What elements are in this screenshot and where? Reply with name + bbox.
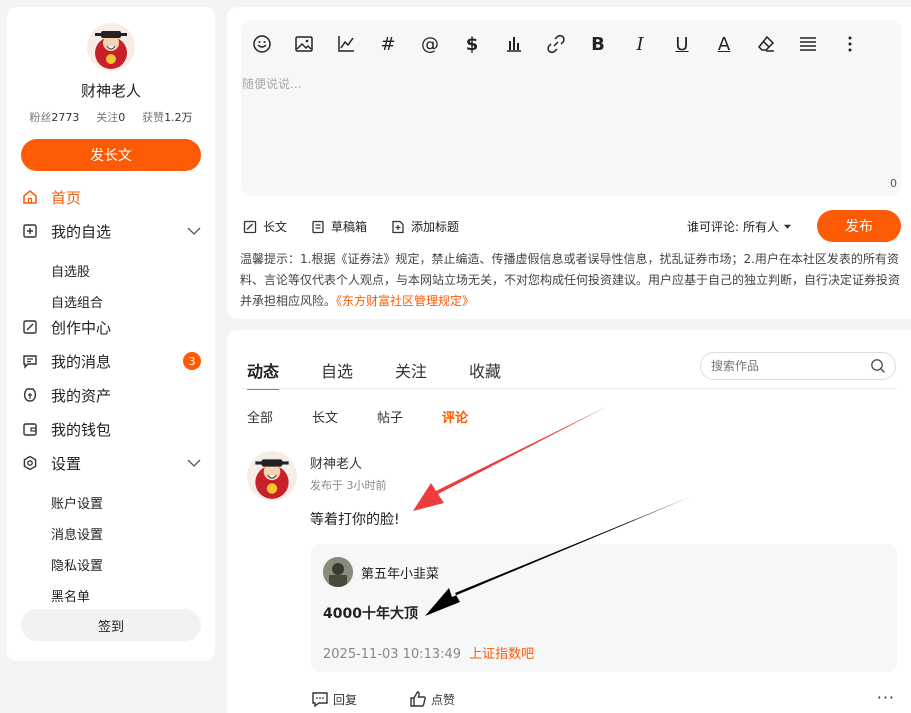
signin-button[interactable]: 签到 [21,609,201,641]
drafts-icon [312,220,324,233]
add-title-option[interactable]: 添加标题 [391,218,459,235]
subtab-comments[interactable]: 评论 [442,407,468,426]
quoted-meta: 2025-11-03 10:13:49 上证指数吧 [323,643,534,662]
like-button[interactable]: 点赞 [409,690,455,708]
feed-tabs: 动态 自选 关注 收藏 [247,358,543,390]
bold-icon[interactable]: B [577,29,619,59]
more-options-icon[interactable]: ··· [877,688,895,707]
tab-watchlist[interactable]: 自选 [321,358,353,382]
tabs-divider [241,388,897,389]
tab-favorites[interactable]: 收藏 [469,358,501,382]
comment-permission-select[interactable]: 谁可评论: 所有人 [687,218,792,235]
nav-privacy-settings[interactable]: 隐私设置 [51,555,103,574]
chevron-down-icon[interactable] [187,224,201,242]
profile-avatar[interactable] [87,23,135,71]
fans-stat[interactable]: 粉丝2773 [29,109,79,125]
image-icon[interactable] [283,29,325,59]
eraser-icon[interactable] [745,29,787,59]
char-counter: 0 [890,177,897,190]
emoji-icon[interactable] [241,29,283,59]
message-icon [21,352,39,370]
message-badge: 3 [183,352,201,370]
watchlist-icon [21,222,39,240]
font-color-icon[interactable]: A [703,29,745,59]
drafts-option[interactable]: 草稿箱 [311,218,367,235]
subtab-longpost[interactable]: 长文 [312,407,338,426]
edit-icon [21,318,39,336]
subtab-posts[interactable]: 帖子 [377,407,403,426]
nav-watch-stocks[interactable]: 自选股 [51,261,90,280]
profile-name[interactable]: 财神老人 [7,80,215,101]
community-rules-link[interactable]: 《东方财富社区管理规定》 [336,294,474,308]
underline-icon[interactable]: U [661,29,703,59]
follow-stat[interactable]: 关注0 [96,109,125,125]
reply-icon [312,692,328,708]
search-input[interactable] [711,359,861,373]
post-text: 等着打你的脸! [310,512,400,528]
dollar-icon[interactable]: $ [451,29,493,59]
quoted-time: 2025-11-03 10:13:49 [323,647,462,662]
subtab-all[interactable]: 全部 [247,407,273,426]
bar-chart-icon[interactable] [493,29,535,59]
post-author[interactable]: 财神老人 [310,453,362,472]
nav-watchlist[interactable]: 我的自选 [7,217,215,245]
quoted-avatar[interactable] [323,557,353,587]
caret-down-icon [783,224,792,229]
assets-icon [21,386,39,404]
feed-subtabs: 全部 长文 帖子 评论 [247,407,507,426]
post-time: 发布于 3小时前 [310,479,387,492]
nav-assets[interactable]: 我的资产 [7,381,215,409]
tab-dynamics[interactable]: 动态 [247,358,280,390]
reply-button[interactable]: 回复 [311,690,357,708]
add-title-icon [392,220,404,233]
italic-icon[interactable]: I [619,29,661,59]
profile-stats: 粉丝2773 关注0 获赞1.2万 [7,109,215,125]
thumbs-up-icon [410,691,426,707]
editor-toolbar: # @ $ B I U A [241,29,871,59]
nav-creator-center[interactable]: 创作中心 [7,313,215,341]
wallet-icon [21,420,39,438]
nav-messages[interactable]: 我的消息 3 [7,347,215,375]
quoted-text: 4000十年大顶 [323,606,418,622]
search-box [700,352,896,380]
align-icon[interactable] [787,29,829,59]
link-icon[interactable] [535,29,577,59]
likes-stat[interactable]: 获赞1.2万 [142,109,193,125]
tab-following[interactable]: 关注 [395,358,427,382]
chevron-down-icon[interactable] [187,456,201,474]
nav-wallet[interactable]: 我的钱包 [7,415,215,443]
chart-icon[interactable] [325,29,367,59]
post-avatar[interactable] [247,451,297,501]
left-sidebar: 财神老人 粉丝2773 关注0 获赞1.2万 发长文 首页 我的自选 自选股 自… [7,7,215,661]
at-icon[interactable]: @ [409,29,451,59]
quoted-post[interactable]: 第五年小韭菜 4000十年大顶 2025-11-03 10:13:49 上证指数吧 [311,544,897,672]
nav-settings[interactable]: 设置 [7,449,215,477]
search-icon[interactable] [870,358,886,377]
more-vertical-icon[interactable] [829,29,871,59]
nav-account-settings[interactable]: 账户设置 [51,493,103,512]
hashtag-icon[interactable]: # [367,29,409,59]
nav-message-settings[interactable]: 消息设置 [51,524,103,543]
write-longpost-button[interactable]: 发长文 [21,139,201,171]
quoted-bar-link[interactable]: 上证指数吧 [469,647,534,662]
quoted-author[interactable]: 第五年小韭菜 [361,563,439,582]
nav-watch-combos[interactable]: 自选组合 [51,292,103,311]
home-icon [21,188,39,206]
nav-blacklist[interactable]: 黑名单 [51,586,90,605]
post-placeholder: 随便说说... [242,77,302,91]
longpost-icon [243,220,257,233]
publish-button[interactable]: 发布 [817,210,901,242]
longpost-option[interactable]: 长文 [243,218,287,235]
notice-text: 温馨提示：1.根据《证券法》规定，禁止编造、传播虚假信息或者误导性信息，扰乱证券… [240,252,901,308]
nav-home[interactable]: 首页 [7,183,215,211]
post-editor: # @ $ B I U A 随便说说... 0 长文 草稿箱 添加标题 谁可评论… [227,7,911,319]
feed-panel: 动态 自选 关注 收藏 全部 长文 帖子 评论 财神老人 发布于 3小时前 等着… [227,330,911,713]
settings-icon [21,454,39,472]
